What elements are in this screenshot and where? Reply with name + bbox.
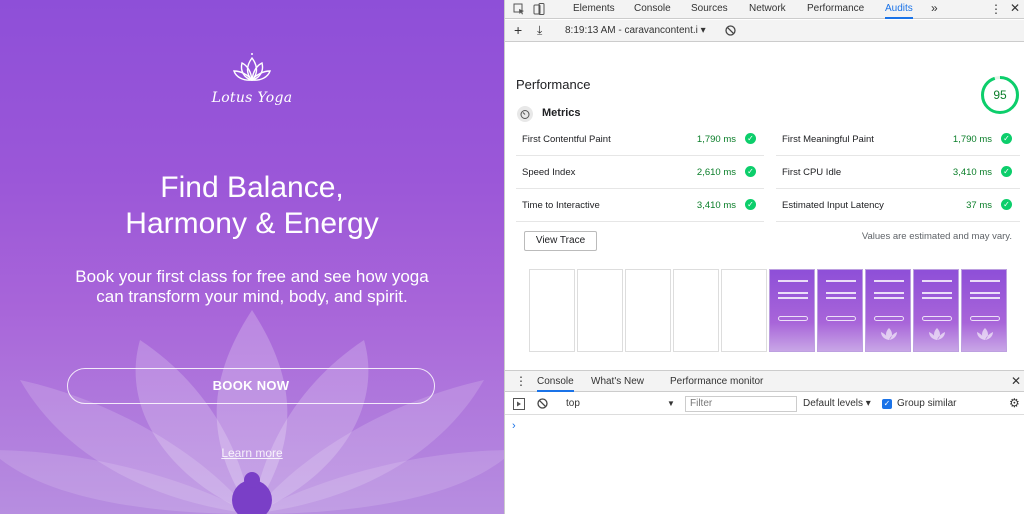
metric-name: Speed Index	[522, 167, 576, 178]
inspect-element-icon[interactable]	[513, 3, 525, 15]
devtools-tabbar: Elements Console Sources Network Perform…	[505, 0, 1024, 19]
drawer-tabbar: ⋮ Console What's New Performance monitor…	[505, 370, 1024, 392]
metric-name: First Contentful Paint	[522, 134, 611, 145]
pass-check-icon: ✓	[745, 166, 756, 177]
clear-console-icon[interactable]	[537, 398, 548, 409]
filmstrip-frame	[913, 269, 959, 352]
performance-score-value: 95	[993, 88, 1007, 102]
context-selector[interactable]: top	[566, 398, 580, 409]
pass-check-icon: ✓	[1001, 133, 1012, 144]
book-now-button[interactable]: BOOK NOW	[67, 368, 435, 404]
hero-title: Find Balance, Harmony & Energy	[0, 170, 504, 242]
log-levels-dropdown[interactable]: Default levels ▾	[803, 398, 871, 409]
hero-subtitle: Book your first class for free and see h…	[75, 267, 429, 306]
metric-first-meaningful-paint: First Meaningful Paint 1,790 ms ✓	[776, 124, 1020, 156]
pass-check-icon: ✓	[745, 133, 756, 144]
filmstrip-frame	[961, 269, 1007, 352]
filmstrip-frame	[577, 269, 623, 352]
devtools-panel: Elements Console Sources Network Perform…	[504, 0, 1024, 514]
hero-title-line-2: Harmony & Energy	[125, 207, 379, 240]
lotus-logo-icon	[233, 53, 271, 81]
metric-first-cpu-idle: First CPU Idle 3,410 ms ✓	[776, 157, 1020, 189]
performance-heading: Performance	[516, 77, 591, 92]
metric-first-contentful-paint: First Contentful Paint 1,790 ms ✓	[516, 124, 764, 156]
metrics-label: Metrics	[542, 107, 581, 119]
metric-value: 3,410 ms	[952, 167, 992, 178]
metric-name: Time to Interactive	[522, 200, 600, 211]
metrics-timer-icon	[517, 106, 533, 122]
filmstrip-frame	[529, 269, 575, 352]
group-similar-label: Group similar	[897, 398, 957, 409]
metric-speed-index: Speed Index 2,610 ms ✓	[516, 157, 764, 189]
report-selector[interactable]: 8:19:13 AM - caravancontent.i ▾	[565, 25, 706, 36]
tab-audits[interactable]: Audits	[885, 3, 913, 19]
metric-estimated-input-latency: Estimated Input Latency 37 ms ✓	[776, 190, 1020, 222]
metric-time-to-interactive: Time to Interactive 3,410 ms ✓	[516, 190, 764, 222]
device-toolbar-icon[interactable]	[533, 3, 545, 15]
tab-performance[interactable]: Performance	[807, 3, 864, 19]
drawer-tab-performance-monitor[interactable]: Performance monitor	[670, 376, 763, 387]
estimate-note: Values are estimated and may vary.	[861, 231, 1012, 242]
pass-check-icon: ✓	[1001, 199, 1012, 210]
new-audit-icon[interactable]: +	[514, 22, 522, 38]
metric-value: 3,410 ms	[696, 200, 736, 211]
filmstrip-frame	[673, 269, 719, 352]
more-tabs-icon[interactable]: »	[931, 1, 938, 15]
tab-sources[interactable]: Sources	[691, 3, 728, 19]
group-similar-checkbox[interactable]: ✓	[882, 399, 892, 409]
console-toolbar: top ▼ Filter Default levels ▾ ✓ Group si…	[505, 393, 1024, 415]
view-trace-button[interactable]: View Trace	[524, 231, 597, 251]
filmstrip-frame	[625, 269, 671, 352]
hero-title-line-1: Find Balance,	[160, 171, 344, 204]
metric-value: 2,610 ms	[696, 167, 736, 178]
site-logo[interactable]: Lotus Yoga	[0, 52, 504, 106]
metric-name: Estimated Input Latency	[782, 200, 884, 211]
metric-value: 1,790 ms	[952, 134, 992, 145]
clear-reports-icon[interactable]	[725, 25, 736, 36]
filmstrip-frame	[817, 269, 863, 352]
tab-elements[interactable]: Elements	[573, 3, 615, 19]
download-report-icon[interactable]: ⤓	[537, 23, 542, 38]
filmstrip-frame	[865, 269, 911, 352]
console-sidebar-icon[interactable]	[513, 398, 525, 410]
metric-name: First Meaningful Paint	[782, 134, 874, 145]
devtools-menu-icon[interactable]: ⋮	[990, 2, 1002, 16]
website-viewport: Lotus Yoga Find Balance, Harmony & Energ…	[0, 0, 504, 514]
metric-value: 37 ms	[966, 200, 992, 211]
console-prompt-icon[interactable]: ›	[512, 420, 516, 432]
console-settings-gear-icon[interactable]: ⚙	[1009, 396, 1020, 410]
context-dropdown-icon[interactable]: ▼	[667, 399, 675, 408]
filmstrip-frame	[769, 269, 815, 352]
console-filter-input[interactable]: Filter	[685, 396, 797, 412]
lotus-background-illustration	[0, 310, 504, 514]
audits-toolbar: + ⤓ 8:19:13 AM - caravancontent.i ▾	[505, 20, 1024, 42]
drawer-menu-icon[interactable]: ⋮	[515, 374, 527, 388]
close-devtools-icon[interactable]: ✕	[1010, 1, 1020, 15]
drawer-tab-console[interactable]: Console	[537, 376, 574, 392]
logo-text: Lotus Yoga	[211, 90, 293, 106]
filmstrip-frame	[721, 269, 767, 352]
tab-console[interactable]: Console	[634, 3, 671, 19]
pass-check-icon: ✓	[745, 199, 756, 210]
metric-value: 1,790 ms	[696, 134, 736, 145]
metric-name: First CPU Idle	[782, 167, 842, 178]
drawer-tab-whats-new[interactable]: What's New	[591, 376, 644, 387]
close-drawer-icon[interactable]: ✕	[1011, 374, 1021, 388]
tab-network[interactable]: Network	[749, 3, 786, 19]
pass-check-icon: ✓	[1001, 166, 1012, 177]
learn-more-link[interactable]: Learn more	[0, 446, 504, 460]
